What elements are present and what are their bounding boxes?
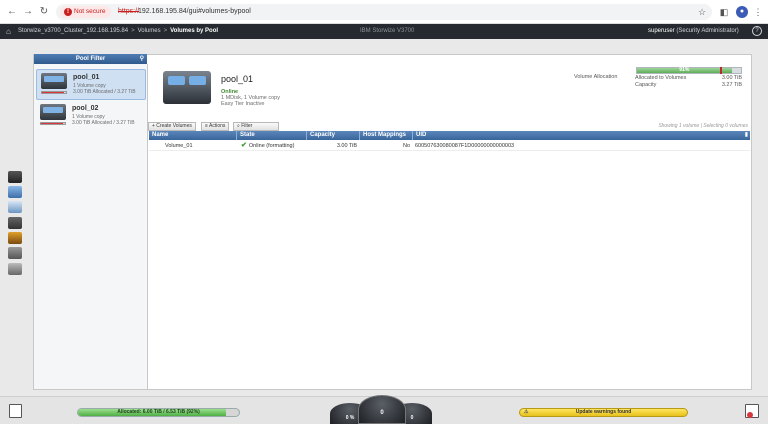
latency-gauge: 0 <box>358 395 406 424</box>
column-chooser-icon[interactable]: ▮ <box>745 131 748 140</box>
browser-menu-icon[interactable]: ⋮ <box>752 6 764 18</box>
pool-title: pool_01 <box>221 74 254 84</box>
warning-icon: ! <box>64 8 72 16</box>
column-header-name[interactable]: Name <box>149 131 237 140</box>
pools-icon[interactable] <box>8 186 22 198</box>
actions-button[interactable]: ≡ Actions <box>201 122 230 131</box>
copy-services-icon[interactable] <box>8 232 22 244</box>
cell-host-mappings: No <box>402 143 410 149</box>
home-icon[interactable]: ⌂ <box>6 24 11 39</box>
pool-item-pool-01[interactable]: pool_01 1 Volume copy 3.00 TiB Allocated… <box>36 69 146 100</box>
hosts-icon[interactable] <box>8 217 22 229</box>
not-secure-badge[interactable]: ! Not secure <box>60 6 112 18</box>
column-header-host-mappings[interactable]: Host Mappings <box>360 131 413 140</box>
pool-allocation: 3.00 TiB Allocated / 3.27 TiB <box>72 120 135 126</box>
pool-name: pool_01 <box>73 74 100 81</box>
pool-filter-header: Pool Filter ⚲ <box>34 54 147 64</box>
breadcrumb: Storwize_v3700_Cluster_192.168.195.84 > Vo… <box>18 28 219 34</box>
back-icon[interactable]: ← <box>6 6 18 18</box>
reload-icon[interactable]: ↻ <box>38 6 50 18</box>
health-status-text: Update warnings found <box>575 409 632 415</box>
pool-capacity-fill <box>41 123 64 124</box>
allocation-status-bar[interactable]: Allocated: 6.00 TiB / 6.53 TiB (92%) <box>77 408 240 417</box>
cell-uid: 600507630080087F1D00000000000003 <box>415 143 515 149</box>
breadcrumb-current: Volumes by Pool <box>170 28 219 34</box>
column-header-capacity[interactable]: Capacity <box>307 131 360 140</box>
volume-allocation-label: Volume Allocation <box>574 74 618 80</box>
settings-icon[interactable] <box>8 263 22 275</box>
pool-item-pool-02[interactable]: pool_02 1 Volume copy 3.00 TiB Allocated… <box>36 101 146 132</box>
breadcrumb-volumes[interactable]: Volumes <box>138 28 161 34</box>
volumes-icon[interactable] <box>8 201 22 213</box>
running-tasks-icon[interactable] <box>9 404 22 418</box>
forward-icon[interactable]: → <box>22 6 34 18</box>
capacity-value: 3.27 TiB <box>721 82 742 88</box>
help-icon[interactable]: ? <box>752 26 762 36</box>
allocated-to-volumes-label: Allocated to Volumes <box>635 75 687 81</box>
monitoring-icon[interactable] <box>8 171 22 183</box>
volume-allocation-fill: 91% <box>637 68 732 73</box>
profile-avatar-icon[interactable]: ● <box>736 6 748 18</box>
pool-capacity-bar <box>41 91 67 94</box>
pool-list: pool_01 1 Volume copy 3.00 TiB Allocated… <box>34 64 148 389</box>
online-check-icon: ✔ <box>241 142 247 149</box>
cell-capacity: 3.00 TiB <box>336 143 357 149</box>
performance-gauges[interactable]: 0 % 0 0 <box>328 395 436 424</box>
app-header: ⌂ Storwize_v3700_Cluster_192.168.195.84 >… <box>0 24 768 39</box>
selection-count: Showing 1 volume | Selecting 0 volumes <box>658 123 748 129</box>
cell-state: ✔ Online (formatting) <box>241 142 295 149</box>
column-header-state[interactable]: State <box>237 131 307 140</box>
bookmark-star-icon[interactable]: ☆ <box>696 6 708 18</box>
pool-capacity-fill <box>42 92 65 93</box>
filter-button[interactable]: ⌕ Filter <box>233 122 279 131</box>
url-scheme: https:// <box>118 8 140 15</box>
search-icon[interactable]: ⚲ <box>140 54 144 64</box>
url-path: 192.168.195.84/gui#volumes-bypool <box>138 8 251 15</box>
table-header: Name State Capacity Host Mappings UID ▮ <box>149 131 750 140</box>
user-menu[interactable]: superuser (Security Administrator) <box>648 24 739 39</box>
allocation-threshold-marker <box>720 67 722 74</box>
capacity-label: Capacity <box>635 82 657 88</box>
browser-toolbar: ← → ↻ ! Not secure https:// 192.168.195.… <box>0 0 768 24</box>
health-status-bar[interactable]: ⚠ Update warnings found <box>519 408 688 417</box>
side-panel-icon[interactable]: ◧ <box>718 6 730 18</box>
status-alerts-icon[interactable] <box>745 404 759 418</box>
breadcrumb-cluster[interactable]: Storwize_v3700_Cluster_192.168.195.84 <box>18 28 128 34</box>
cell-name: Volume_01 <box>165 143 193 149</box>
allocation-status-text: Allocated: 6.00 TiB / 6.53 TiB (92%) <box>117 409 200 415</box>
warning-icon: ⚠ <box>524 409 529 415</box>
column-header-uid[interactable]: UID <box>413 131 733 140</box>
pool-capacity-bar <box>40 122 66 125</box>
pool-name: pool_02 <box>72 105 99 112</box>
create-volumes-button[interactable]: + Create Volumes <box>148 122 196 131</box>
storage-pool-icon <box>41 73 67 89</box>
storage-pool-large-icon <box>163 71 211 104</box>
storage-pool-icon <box>40 104 66 120</box>
volume-allocation-bar: 91% <box>636 67 742 74</box>
address-bar[interactable]: ! Not secure https:// 192.168.195.84/gui… <box>56 4 712 20</box>
allocated-to-volumes-value: 3.00 TiB <box>721 75 742 81</box>
access-icon[interactable] <box>8 247 22 259</box>
product-name: IBM Storwize V3700 <box>360 28 415 34</box>
table-row[interactable]: Volume_01 ✔ Online (formatting) 3.00 TiB … <box>149 141 750 151</box>
pool-allocation: 3.00 TiB Allocated / 3.27 TiB <box>73 89 136 95</box>
pool-easy-tier: Easy Tier Inactive <box>221 101 265 107</box>
